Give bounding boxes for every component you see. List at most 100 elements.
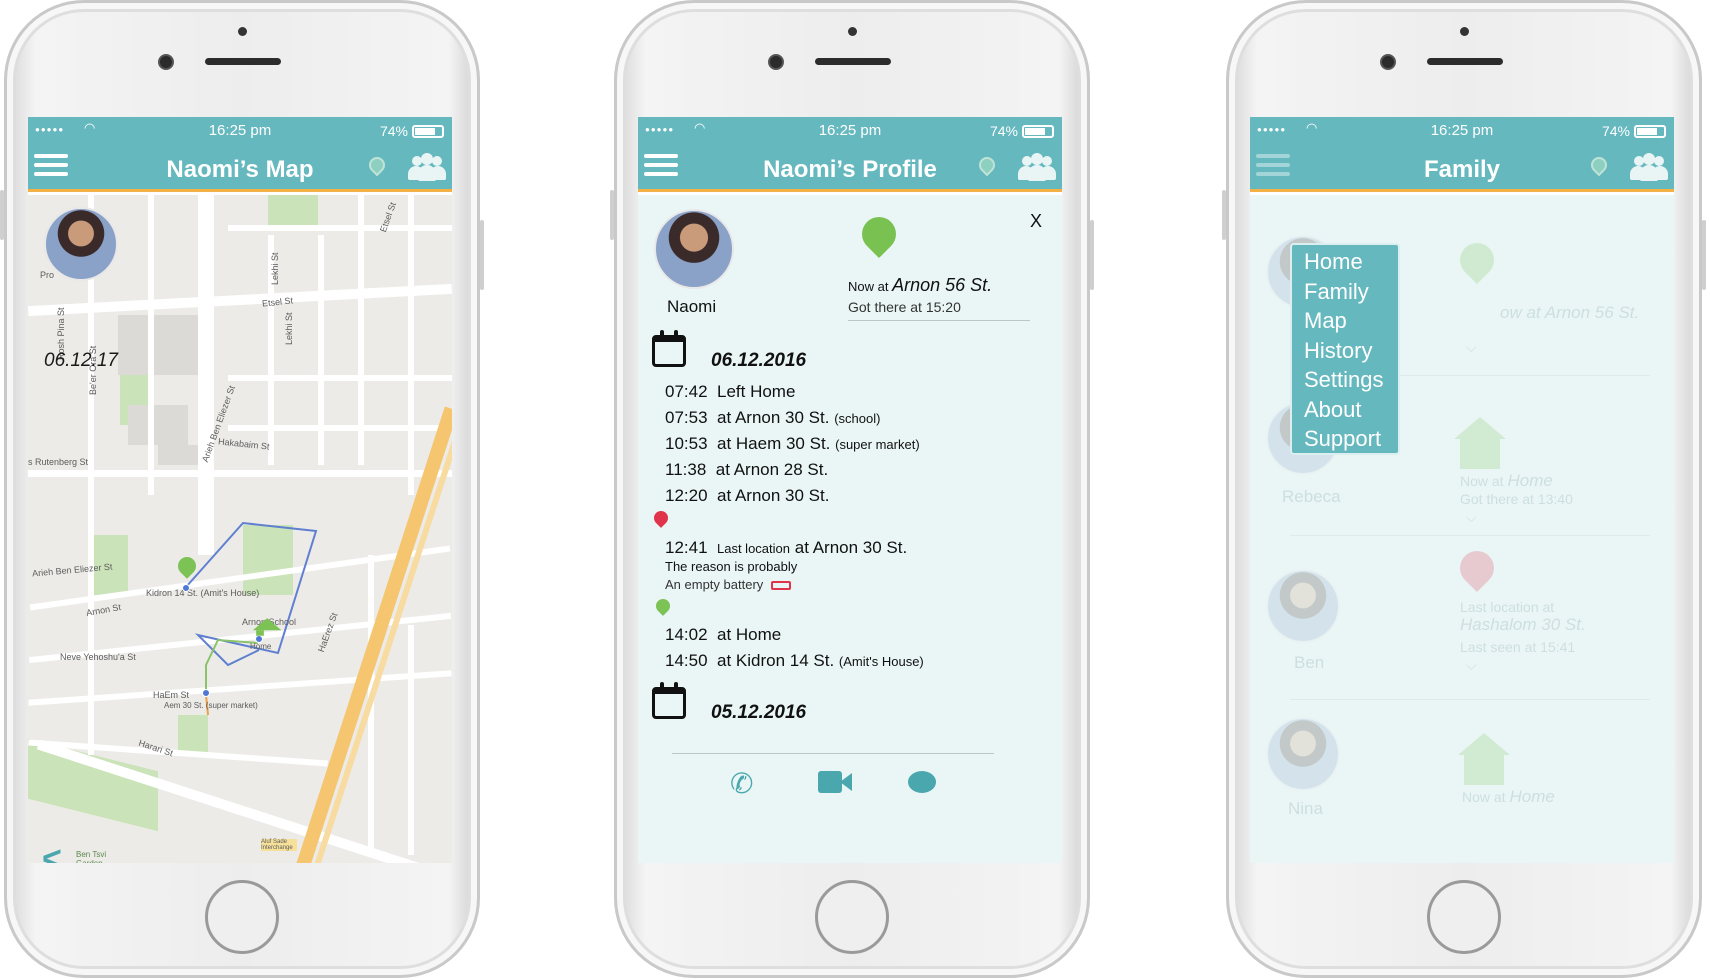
alert-pin-icon xyxy=(1452,543,1502,593)
map-label: HaEm St xyxy=(153,690,190,700)
avatar[interactable] xyxy=(44,207,118,281)
chevron-down-icon[interactable]: ⌵ xyxy=(1466,509,1477,526)
home-button[interactable] xyxy=(1427,880,1501,954)
battery-icon xyxy=(1634,125,1666,138)
now-prefix: Now at xyxy=(848,279,889,294)
nav-bar: Naomi’s Map xyxy=(28,145,452,192)
volume-button xyxy=(1222,190,1226,240)
family-list: ow at Arnon 56 St. ⌵ Rebeca Now at Home … xyxy=(1250,195,1674,863)
phone-profile: ●●●●● ◠ 16:25 pm 74% Naomi’s Profile X N… xyxy=(610,0,1094,980)
chat-icon[interactable] xyxy=(908,771,936,793)
menu-item-map[interactable]: Map xyxy=(1292,306,1398,336)
member-status: Last location at xyxy=(1460,599,1555,615)
battery-percent: 74% xyxy=(989,123,1018,139)
video-icon[interactable] xyxy=(818,769,852,793)
timeline-entry: 12:20 at Arnon 30 St. xyxy=(665,486,830,505)
phone-family: ●●●●● ◠ 16:25 pm 74% Family ow at Arnon … xyxy=(1222,0,1706,980)
menu-item-about[interactable]: About xyxy=(1292,395,1398,425)
divider xyxy=(848,320,1030,321)
location-pin-icon xyxy=(854,209,904,259)
reason-line: The reason is probably xyxy=(665,559,798,574)
calendar-icon[interactable] xyxy=(652,330,686,367)
location-pin-icon xyxy=(653,596,673,616)
family-icon[interactable] xyxy=(408,153,446,181)
family-icon[interactable] xyxy=(1018,153,1056,181)
map-label: Neve Yehoshu'a St xyxy=(60,652,136,662)
home-button[interactable] xyxy=(205,880,279,954)
menu-item-settings[interactable]: Settings xyxy=(1292,365,1398,395)
map[interactable]: Pro Rosh Pina St Be'er Ora St s Rutenber… xyxy=(28,195,452,863)
timeline-entry: 07:53 at Arnon 30 St. (school) xyxy=(665,408,881,427)
empty-battery-icon xyxy=(771,581,792,591)
speaker xyxy=(1427,58,1503,65)
phone-icon[interactable]: ✆ xyxy=(730,767,753,800)
calendar-icon[interactable] xyxy=(652,682,686,719)
volume-button xyxy=(610,190,614,240)
close-button[interactable]: X xyxy=(1030,211,1042,232)
route-line xyxy=(185,521,318,716)
location-pin-icon xyxy=(1452,235,1502,285)
member-seen: Last seen at 15:41 xyxy=(1460,639,1576,655)
now-place: Arnon 56 St. xyxy=(892,275,993,295)
home-icon xyxy=(1458,733,1510,785)
timeline-entry: 07:42 Left Home xyxy=(665,382,796,401)
sensor xyxy=(238,27,247,36)
chevron-down-icon[interactable]: ⌵ xyxy=(1466,339,1477,356)
chevron-down-icon[interactable]: ⌵ xyxy=(1466,657,1477,674)
location-dot[interactable] xyxy=(255,635,263,643)
avatar[interactable] xyxy=(654,209,734,289)
sensor xyxy=(848,27,857,36)
menu-item-history[interactable]: History xyxy=(1292,336,1398,366)
nav-bar: Naomi’s Profile xyxy=(638,145,1062,192)
power-button xyxy=(1090,220,1094,290)
member-status: ow at Arnon 56 St. xyxy=(1500,303,1640,322)
map-date: 06.12.17 xyxy=(44,350,118,371)
status-bar: ●●●●● ◠ 16:25 pm 74% xyxy=(1250,117,1674,145)
member-status: Now at Home xyxy=(1462,787,1555,806)
alert-pin-icon xyxy=(651,508,671,528)
front-camera xyxy=(1380,54,1396,70)
member-name: Ben xyxy=(1294,653,1325,672)
got-there: Got there at 15:20 xyxy=(848,299,961,315)
member-name: Rebeca xyxy=(1282,487,1341,506)
family-icon[interactable] xyxy=(1630,153,1668,181)
speaker xyxy=(205,58,281,65)
member-name: Nina xyxy=(1288,799,1323,818)
location-dot[interactable] xyxy=(202,689,210,697)
member-seen: Got there at 13:40 xyxy=(1460,491,1573,507)
screen: ●●●●● ◠ 16:25 pm 74% Family ow at Arnon … xyxy=(1250,117,1674,863)
volume-button xyxy=(0,190,4,240)
map-label: Pro xyxy=(40,270,55,280)
profile-content: X Naomi Now at Arnon 56 St. Got there at… xyxy=(638,195,1062,863)
screen: ●●●●● ◠ 16:25 pm 74% Naomi’s Profile X N… xyxy=(638,117,1062,863)
map-label: Aem 30 St. (super market) xyxy=(164,701,258,710)
menu-item-support[interactable]: Support xyxy=(1292,424,1398,454)
date-heading: 05.12.2016 xyxy=(711,702,807,723)
menu-item-family[interactable]: Family xyxy=(1292,277,1398,307)
map-label: Lekhi St xyxy=(284,312,294,345)
page-title: Naomi’s Profile xyxy=(763,156,937,183)
map-label: Kidron 14 St. (Amit's House) xyxy=(146,588,260,598)
last-location-entry: 12:41 Last location at Arnon 30 St. xyxy=(665,538,908,557)
front-camera xyxy=(768,54,784,70)
timeline-entry: 10:53 at Haem 30 St. (super market) xyxy=(665,434,920,453)
reason-line: An empty battery xyxy=(665,577,792,592)
member-location: Hashalom 30 St. xyxy=(1460,615,1586,634)
phone-map: ●●●●● ◠ 16:25 pm 74% Naomi’s Map Pro Ros… xyxy=(0,0,484,980)
status-bar: ●●●●● ◠ 16:25 pm 74% xyxy=(638,117,1062,145)
menu-item-home[interactable]: Home xyxy=(1292,247,1398,277)
map-label: s Rutenberg St xyxy=(28,457,89,467)
home-icon[interactable] xyxy=(252,618,282,636)
side-menu: Home Family Map History Settings About S… xyxy=(1290,243,1400,455)
avatar[interactable] xyxy=(1266,569,1340,643)
map-label: Lekhi St xyxy=(270,252,280,285)
location-dot[interactable] xyxy=(182,584,190,592)
map-label: Home xyxy=(250,642,272,651)
home-button[interactable] xyxy=(815,880,889,954)
avatar[interactable] xyxy=(1266,717,1340,791)
page-title: Naomi’s Map xyxy=(166,156,314,183)
power-button xyxy=(480,220,484,290)
timeline-entry: 14:50 at Kidron 14 St. (Amit's House) xyxy=(665,651,924,670)
profile-name: Naomi xyxy=(667,297,717,316)
back-arrow-icon[interactable]: < xyxy=(42,840,62,863)
